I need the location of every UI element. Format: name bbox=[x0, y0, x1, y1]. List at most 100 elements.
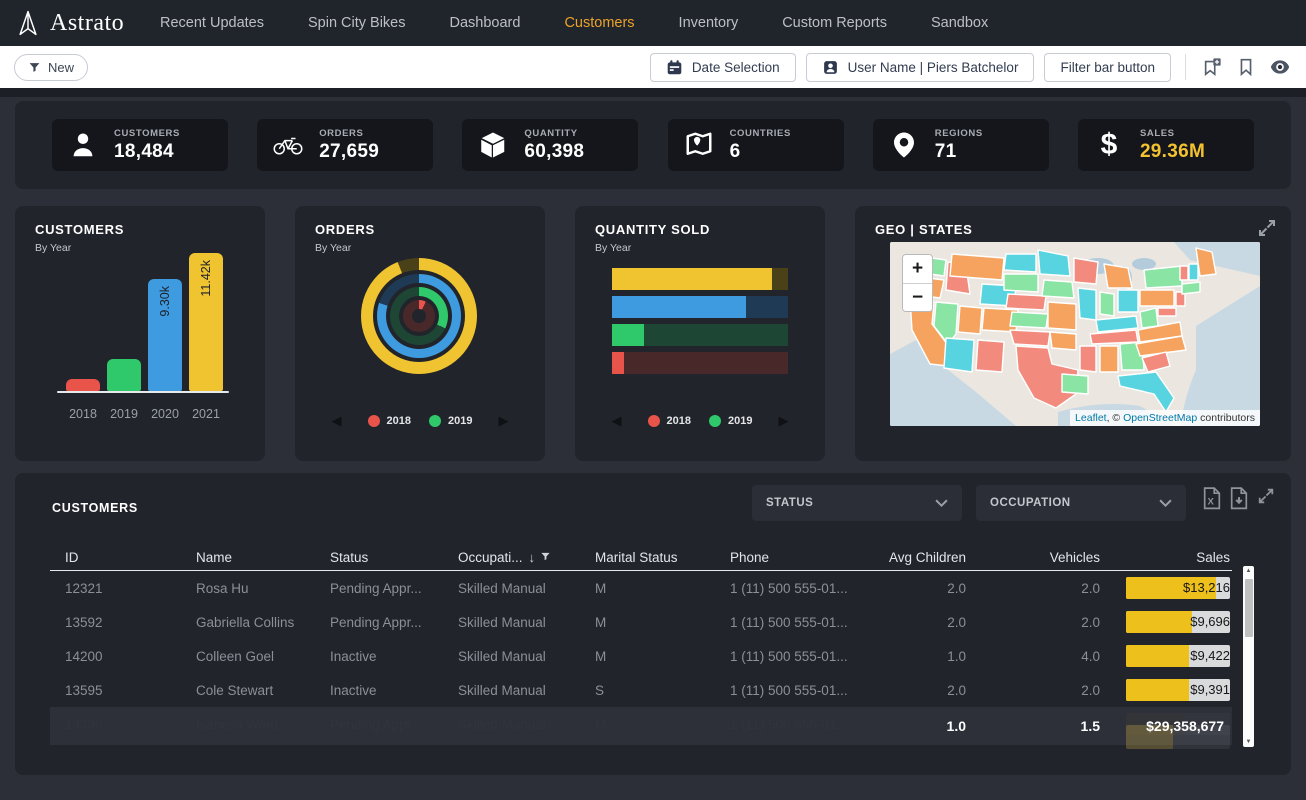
cell-status: Inactive bbox=[330, 649, 458, 664]
cell-phone: 1 (11) 500 555-01... bbox=[730, 581, 878, 596]
kpi-value: 27,659 bbox=[319, 141, 379, 163]
nav-item-custom-reports[interactable]: Custom Reports bbox=[782, 15, 887, 31]
scroll-down-arrow[interactable]: ▼ bbox=[1243, 739, 1254, 745]
nav-item-sandbox[interactable]: Sandbox bbox=[931, 15, 988, 31]
customers-table-panel: CUSTOMERS STATUS OCCUPATION X IDNameStat… bbox=[15, 473, 1291, 775]
bar-2019[interactable] bbox=[107, 359, 141, 391]
bar-2021[interactable]: 11.42k bbox=[189, 253, 223, 391]
column-header-label: Sales bbox=[1196, 550, 1230, 565]
totals-avg-children: 1.0 bbox=[878, 718, 966, 734]
chart-legend: ◀ 2018 2019 ▶ bbox=[295, 413, 545, 429]
cell-status: Inactive bbox=[330, 683, 458, 698]
toolbar-divider bbox=[1185, 54, 1186, 80]
kpi-text: SALES29.36M bbox=[1140, 128, 1205, 163]
kpi-card-customers[interactable]: CUSTOMERS18,484 bbox=[52, 119, 228, 171]
hbar-fill bbox=[612, 324, 644, 346]
expand-icon[interactable] bbox=[1257, 218, 1277, 238]
scrollbar-thumb[interactable] bbox=[1245, 579, 1253, 637]
cell-status: Pending Appr... bbox=[330, 581, 458, 596]
file-export-icon[interactable] bbox=[1230, 487, 1248, 506]
leaflet-map[interactable]: + − Leaflet, © OpenStreetMap contributor… bbox=[890, 242, 1260, 426]
bookmark-icon[interactable] bbox=[1234, 55, 1258, 79]
kpi-card-countries[interactable]: COUNTRIES6 bbox=[668, 119, 844, 171]
column-header-marital-status[interactable]: Marital Status bbox=[595, 550, 730, 565]
sort-desc-icon[interactable]: ↓ bbox=[529, 550, 536, 565]
osm-link[interactable]: OpenStreetMap bbox=[1123, 412, 1197, 424]
totals-sales-value: $29,358,677 bbox=[1100, 718, 1230, 734]
hbar-2019[interactable] bbox=[612, 324, 788, 346]
leaflet-link[interactable]: Leaflet bbox=[1075, 412, 1107, 424]
chart-subtitle: By Year bbox=[595, 242, 805, 254]
zoom-in-button[interactable]: + bbox=[903, 255, 932, 283]
bar-2018[interactable] bbox=[66, 379, 100, 391]
bookmark-add-icon[interactable] bbox=[1200, 55, 1224, 79]
hbar-2021[interactable] bbox=[612, 268, 788, 290]
new-filter-button[interactable]: New bbox=[14, 54, 88, 81]
kpi-card-orders[interactable]: ORDERS27,659 bbox=[257, 119, 433, 171]
scroll-up-arrow[interactable]: ▲ bbox=[1243, 568, 1254, 574]
nav-item-recent-updates[interactable]: Recent Updates bbox=[160, 15, 264, 31]
cell-vehicles: 2.0 bbox=[966, 683, 1100, 698]
nav-item-dashboard[interactable]: Dashboard bbox=[450, 15, 521, 31]
filter-bar-button[interactable]: Filter bar button bbox=[1044, 53, 1171, 82]
legend-next-arrow[interactable]: ▶ bbox=[490, 413, 516, 429]
nav-item-inventory[interactable]: Inventory bbox=[679, 15, 739, 31]
legend-label: 2019 bbox=[448, 415, 472, 427]
column-header-occupati-[interactable]: Occupati...↓ bbox=[458, 550, 595, 565]
eye-icon[interactable] bbox=[1268, 55, 1292, 79]
kpi-card-quantity[interactable]: QUANTITY60,398 bbox=[462, 119, 638, 171]
column-header-avg-children[interactable]: Avg Children bbox=[878, 550, 966, 565]
package-icon bbox=[474, 130, 512, 160]
legend-item-2018[interactable]: 2018 bbox=[648, 415, 691, 427]
zoom-out-button[interactable]: − bbox=[903, 283, 932, 311]
table-row[interactable]: 12321Rosa HuPending Appr...Skilled Manua… bbox=[50, 571, 1232, 605]
bar-2020[interactable]: 9.30k bbox=[148, 279, 182, 391]
chart-title: QUANTITY SOLD bbox=[595, 222, 805, 237]
date-selection-button[interactable]: Date Selection bbox=[650, 53, 796, 82]
cell-avg-children: 2.0 bbox=[878, 683, 966, 698]
hbar-fill bbox=[612, 296, 746, 318]
nav-item-customers[interactable]: Customers bbox=[564, 15, 634, 31]
table-row[interactable]: 13592Gabriella CollinsPending Appr...Ski… bbox=[50, 605, 1232, 639]
top-nav: Astrato Recent Updates Spin City Bikes Das… bbox=[0, 0, 1306, 46]
table-totals-row: 1.01.5$29,358,677 bbox=[50, 707, 1232, 745]
legend-prev-arrow[interactable]: ◀ bbox=[604, 413, 630, 429]
cell-phone: 1 (11) 500 555-01... bbox=[730, 615, 878, 630]
legend-prev-arrow[interactable]: ◀ bbox=[324, 413, 350, 429]
kpi-label: COUNTRIES bbox=[730, 128, 791, 139]
filter-funnel-icon[interactable] bbox=[540, 550, 551, 565]
brand-logo[interactable]: Astrato bbox=[14, 9, 136, 37]
column-header-id[interactable]: ID bbox=[65, 550, 196, 565]
cell-sales: $13,216 bbox=[1100, 577, 1230, 599]
table-row[interactable]: 13595Cole StewartInactiveSkilled ManualS… bbox=[50, 673, 1232, 707]
dollar-icon: $ bbox=[1090, 128, 1128, 162]
column-header-phone[interactable]: Phone bbox=[730, 550, 878, 565]
sales-bar-label: $9,422 bbox=[1126, 645, 1230, 667]
pin-icon bbox=[885, 130, 923, 160]
hbar-2020[interactable] bbox=[612, 296, 788, 318]
orders-chart-panel: ORDERS By Year ◀20182019▶ bbox=[295, 206, 545, 461]
totals-vehicles: 1.5 bbox=[966, 718, 1100, 734]
column-header-vehicles[interactable]: Vehicles bbox=[966, 550, 1100, 565]
legend-next-arrow[interactable]: ▶ bbox=[770, 413, 796, 429]
occupation-filter-dropdown[interactable]: OCCUPATION bbox=[976, 485, 1186, 521]
excel-export-icon[interactable]: X bbox=[1203, 487, 1221, 506]
legend-item-2018[interactable]: 2018 bbox=[368, 415, 411, 427]
column-header-sales[interactable]: Sales bbox=[1100, 550, 1230, 565]
x-tick-label: 2018 bbox=[66, 407, 100, 421]
user-name-button[interactable]: User Name | Piers Batchelor bbox=[806, 53, 1035, 82]
column-header-name[interactable]: Name bbox=[196, 550, 330, 565]
kpi-card-regions[interactable]: REGIONS71 bbox=[873, 119, 1049, 171]
kpi-card-sales[interactable]: $ SALES29.36M bbox=[1078, 119, 1254, 171]
legend-item-2019[interactable]: 2019 bbox=[429, 415, 472, 427]
chart-legend: ◀ 2018 2019 ▶ bbox=[575, 413, 825, 429]
hbar-2018[interactable] bbox=[612, 352, 788, 374]
nav-item-spin-city-bikes[interactable]: Spin City Bikes bbox=[308, 15, 406, 31]
legend-item-2019[interactable]: 2019 bbox=[709, 415, 752, 427]
column-header-status[interactable]: Status bbox=[330, 550, 458, 565]
brand-name: Astrato bbox=[50, 10, 124, 37]
status-filter-dropdown[interactable]: STATUS bbox=[752, 485, 962, 521]
table-scrollbar[interactable]: ▲ ▼ bbox=[1243, 566, 1254, 747]
expand-icon[interactable] bbox=[1257, 487, 1275, 506]
table-row[interactable]: 14200Colleen GoelInactiveSkilled ManualM… bbox=[50, 639, 1232, 673]
